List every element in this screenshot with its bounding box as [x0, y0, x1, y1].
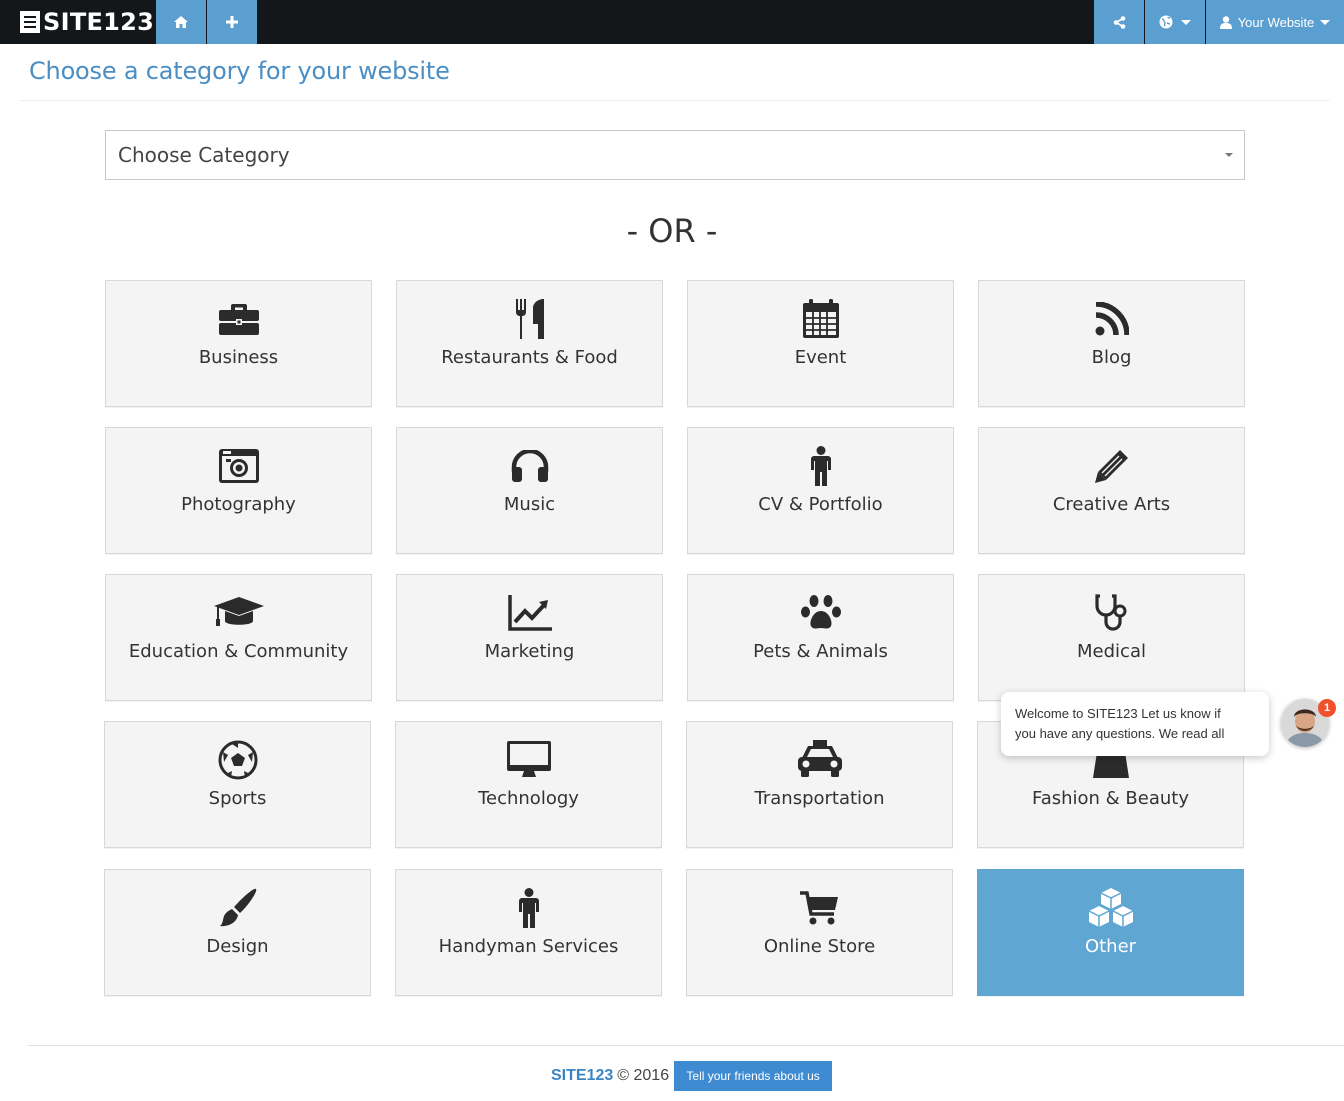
tell-friends-button[interactable]: Tell your friends about us [674, 1061, 833, 1091]
category-tile-online-store[interactable]: Online Store [686, 869, 953, 996]
chevron-down-icon [1225, 153, 1233, 157]
line-chart-icon [397, 593, 662, 633]
category-tile-creative-arts[interactable]: Creative Arts [978, 427, 1245, 554]
share-icon [1113, 15, 1125, 29]
category-label: Sports [208, 788, 267, 809]
page-title: Choose a category for your website [29, 57, 450, 85]
logo-text: SITE123 [43, 8, 155, 36]
category-label: Fashion & Beauty [1032, 788, 1189, 809]
logo-mark-icon [20, 11, 40, 33]
category-tile-transportation[interactable]: Transportation [686, 721, 953, 848]
category-tile-blog[interactable]: Blog [978, 280, 1245, 407]
account-dropdown[interactable]: Your Website [1206, 0, 1344, 44]
footer-brand-link[interactable]: SITE123 [551, 1067, 613, 1085]
category-tile-restaurants-food[interactable]: Restaurants & Food [396, 280, 663, 407]
headphones-icon [397, 446, 662, 486]
category-select-value: Choose Category [118, 143, 290, 167]
footer: SITE123 © 2016 Tell your friends about u… [551, 1061, 833, 1091]
category-label: Online Store [763, 936, 876, 957]
category-label: Other [1084, 936, 1137, 957]
category-label: Education & Community [128, 641, 349, 662]
notification-badge: 1 [1318, 699, 1336, 717]
calendar-icon [688, 299, 953, 339]
pencil-icon [979, 446, 1244, 486]
user-icon [1219, 15, 1232, 29]
account-label: Your Website [1237, 14, 1315, 30]
paw-icon [688, 593, 953, 633]
chat-welcome-bubble[interactable]: Welcome to SITE123 Let us know if you ha… [1001, 692, 1269, 756]
category-label: Technology [478, 788, 579, 809]
top-navbar: SITE123 Your Website [0, 0, 1344, 44]
category-tile-technology[interactable]: Technology [395, 721, 662, 848]
divider [20, 100, 1330, 101]
or-separator: - OR - [626, 212, 718, 250]
stethoscope-icon [979, 593, 1244, 633]
category-tile-medical[interactable]: Medical [978, 574, 1245, 701]
add-button[interactable] [207, 0, 257, 44]
category-select[interactable]: Choose Category [105, 130, 1245, 180]
chat-message-line: Welcome to SITE123 Let us know if [1015, 706, 1221, 721]
graduation-cap-icon [106, 593, 371, 633]
share-button[interactable] [1094, 0, 1144, 44]
chevron-down-icon [1320, 19, 1331, 25]
category-tile-other[interactable]: Other [977, 869, 1244, 996]
paintbrush-icon [105, 888, 370, 928]
category-label: Photography [181, 494, 296, 515]
category-label: Music [503, 494, 556, 515]
category-label: Medical [1077, 641, 1146, 662]
site123-logo[interactable]: SITE123 [20, 8, 155, 36]
person-icon [688, 446, 953, 486]
category-tile-pets-animals[interactable]: Pets & Animals [687, 574, 954, 701]
rss-icon [979, 299, 1244, 339]
plus-icon [226, 16, 238, 28]
footer-divider [28, 1045, 1344, 1046]
person-icon [396, 888, 661, 928]
category-label: CV & Portfolio [758, 494, 883, 515]
chevron-down-icon [1181, 19, 1191, 25]
category-label: Creative Arts [1052, 494, 1171, 515]
shopping-cart-icon [687, 888, 952, 928]
category-label: Business [198, 347, 279, 368]
category-tile-business[interactable]: Business [105, 280, 372, 407]
category-label: Blog [1091, 347, 1132, 368]
cubes-icon [978, 888, 1243, 928]
category-label: Pets & Animals [753, 641, 888, 662]
taxi-icon [687, 740, 952, 780]
category-label: Design [206, 936, 269, 957]
briefcase-icon [106, 299, 371, 339]
category-tile-event[interactable]: Event [687, 280, 954, 407]
category-tile-photography[interactable]: Photography [105, 427, 372, 554]
camera-icon [106, 446, 371, 486]
globe-icon [1159, 15, 1173, 29]
chat-message-line: you have any questions. We read all [1015, 726, 1225, 741]
home-icon [174, 16, 188, 28]
soccer-ball-icon [105, 740, 370, 780]
category-label: Restaurants & Food [441, 347, 618, 368]
category-tile-handyman-services[interactable]: Handyman Services [395, 869, 662, 996]
category-tile-design[interactable]: Design [104, 869, 371, 996]
category-label: Handyman Services [438, 936, 619, 957]
category-label: Marketing [484, 641, 575, 662]
category-tile-sports[interactable]: Sports [104, 721, 371, 848]
category-tile-marketing[interactable]: Marketing [396, 574, 663, 701]
category-tile-music[interactable]: Music [396, 427, 663, 554]
category-tile-cv-portfolio[interactable]: CV & Portfolio [687, 427, 954, 554]
monitor-icon [396, 740, 661, 780]
home-button[interactable] [156, 0, 206, 44]
category-label: Transportation [754, 788, 885, 809]
footer-copyright: © 2016 [617, 1067, 670, 1084]
cutlery-icon [397, 299, 662, 339]
language-dropdown[interactable] [1145, 0, 1205, 44]
category-tile-education-community[interactable]: Education & Community [105, 574, 372, 701]
category-label: Event [794, 347, 847, 368]
